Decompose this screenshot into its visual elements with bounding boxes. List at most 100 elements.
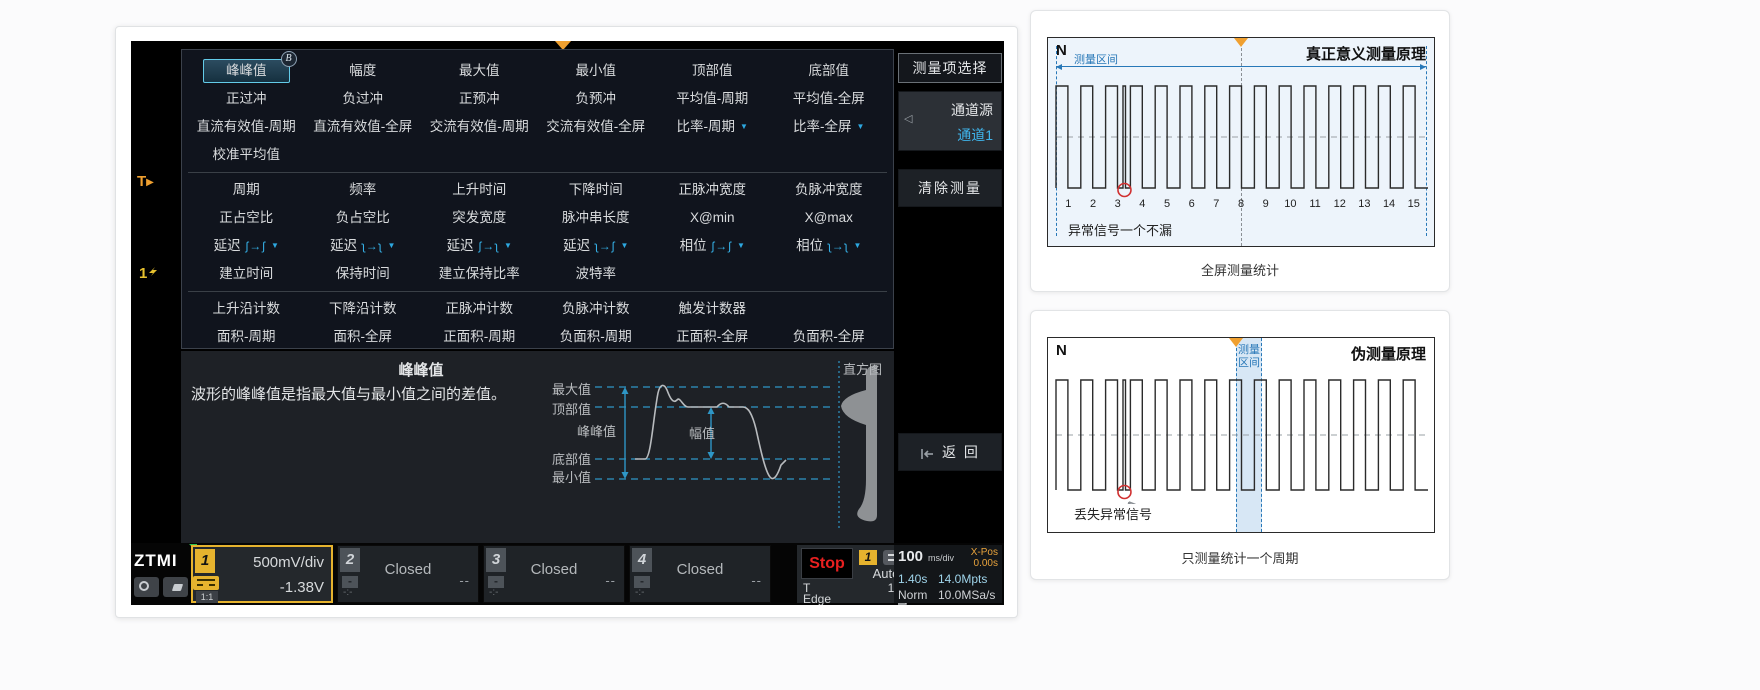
- menu-item[interactable]: X@min: [683, 206, 741, 230]
- menu-item[interactable]: 平均值-周期: [669, 87, 755, 111]
- menu-item-label: 脉冲串长度: [562, 210, 630, 225]
- menu-item[interactable]: 波特率: [569, 262, 624, 286]
- menu-item[interactable]: 触发计数器: [672, 297, 754, 321]
- menu-item[interactable]: 面积-周期: [210, 325, 283, 349]
- dropdown-arrow-icon: ▼: [271, 241, 279, 250]
- card2-range-label: 测量 区间: [1236, 344, 1262, 370]
- trigger-marker-card2: [1229, 338, 1243, 347]
- menu-item-label: 正过冲: [226, 91, 267, 106]
- card1-title: 真正意义测量原理: [1306, 43, 1426, 64]
- menu-item[interactable]: 延迟ʅ→ʃ▼: [556, 234, 635, 258]
- menu-item[interactable]: 相位ʅ→ʅ▼: [789, 234, 868, 258]
- menu-item[interactable]: 顶部值: [685, 59, 740, 83]
- channel1-level-marker[interactable]: 1: [139, 265, 159, 282]
- dropdown-arrow-icon: ▼: [857, 122, 865, 131]
- menu-item[interactable]: 平均值-全屏: [786, 87, 872, 111]
- timebase-block[interactable]: 100 ms/div X-Pos 0.00s 1.40s 14.0Mpts No…: [894, 545, 1002, 603]
- menu-item[interactable]: 突发宽度: [445, 206, 513, 230]
- menu-row: 峰峰值B 幅度 最大值 最小值 顶部值 底部值: [188, 57, 887, 85]
- menu-item[interactable]: 负面积-全屏: [786, 325, 872, 349]
- menu-item[interactable]: 校准平均值: [206, 143, 288, 167]
- menu-item[interactable]: 下降时间: [562, 178, 630, 202]
- menu-item[interactable]: 上升时间: [445, 178, 513, 202]
- menu-item[interactable]: 正面积-周期: [436, 325, 522, 349]
- xpos-value: 0.00s: [974, 558, 998, 569]
- card2-title: 伪测量原理: [1351, 343, 1426, 364]
- trigger-level-marker[interactable]: T▶: [137, 173, 154, 190]
- diagram-box-1: N 真正意义测量原理 测量区间 123456789101112131415 异常…: [1047, 37, 1435, 247]
- menu-item[interactable]: 直流有效值-全屏: [306, 115, 419, 139]
- detail-title: 峰峰值: [291, 359, 551, 380]
- menu-item[interactable]: 最大值: [452, 59, 507, 83]
- menu-item[interactable]: 正脉冲计数: [439, 297, 521, 321]
- menu-item[interactable]: 负过冲: [336, 87, 391, 111]
- menu-item[interactable]: 正预冲: [452, 87, 507, 111]
- menu-item[interactable]: 延迟ʃ→ʃ▼: [207, 234, 286, 258]
- channel2-box[interactable]: 2 Closed - -:- --: [337, 545, 479, 603]
- menu-item[interactable]: 负脉冲宽度: [788, 178, 870, 202]
- menu-item[interactable]: 周期: [226, 178, 267, 202]
- menu-item[interactable]: 比率-周期▼: [670, 115, 755, 139]
- menu-item[interactable]: 最小值: [569, 59, 624, 83]
- menu-item-label: 校准平均值: [213, 147, 281, 162]
- period-number: 7: [1204, 198, 1229, 210]
- menu-item-label: 延迟: [330, 238, 357, 253]
- run-state: Stop: [801, 548, 853, 579]
- menu-item[interactable]: 负预冲: [569, 87, 624, 111]
- menu-item[interactable]: 交流有效值-周期: [423, 115, 536, 139]
- menu-item[interactable]: 正过冲: [219, 87, 274, 111]
- channel3-offset: --: [605, 573, 616, 588]
- menu-item[interactable]: 脉冲串长度: [555, 206, 637, 230]
- menu-section: 周期 频率 上升时间 下降时间 正脉冲宽度 负脉冲宽度正占空比 负占空比 突发宽度 脉冲串长度 X…: [188, 172, 887, 288]
- menu-item[interactable]: 正脉冲宽度: [672, 178, 754, 202]
- menu-item[interactable]: 上升沿计数: [206, 297, 288, 321]
- menu-item-label: 上升时间: [452, 182, 506, 197]
- clear-measure-button[interactable]: 清除测量: [898, 169, 1002, 207]
- menu-item-label: 比率-全屏: [793, 119, 852, 134]
- channel1-box[interactable]: 1 500mV/div 1:1 -1.38V: [191, 545, 333, 603]
- menu-item[interactable]: 底部值: [802, 59, 857, 83]
- channel3-box[interactable]: 3 Closed - -:- --: [483, 545, 625, 603]
- channel4-state: Closed: [630, 561, 770, 578]
- menu-item[interactable]: 交流有效值-全屏: [539, 115, 652, 139]
- channel1-badge: 1: [195, 549, 215, 573]
- channel-source-button[interactable]: ◁ 通道源 通道1: [898, 91, 1002, 151]
- menu-row: 周期 频率 上升时间 下降时间 正脉冲宽度 负脉冲宽度: [188, 176, 887, 204]
- menu-item-label: 波特率: [576, 266, 617, 281]
- square-wave-2: [1054, 372, 1430, 504]
- menu-item-label: X@max: [805, 210, 853, 225]
- touch-lock-icon[interactable]: [134, 577, 159, 597]
- menu-item[interactable]: 建立时间: [212, 262, 280, 286]
- menu-item[interactable]: X@max: [798, 206, 860, 230]
- menu-item[interactable]: 正面积-全屏: [669, 325, 755, 349]
- anomaly-circle: [1118, 184, 1131, 197]
- period-number: 14: [1377, 198, 1402, 210]
- menu-item[interactable]: 直流有效值-周期: [190, 115, 303, 139]
- trigger-source-badge: 1: [859, 550, 877, 565]
- menu-section: 上升沿计数 下降沿计数 正脉冲计数 负脉冲计数 触发计数器面积-周期 面积-全屏 正面积-周…: [188, 291, 887, 351]
- menu-item-label: 保持时间: [336, 266, 390, 281]
- menu-item-label: 交流有效值-全屏: [546, 119, 645, 134]
- menu-item[interactable]: 保持时间: [329, 262, 397, 286]
- menu-item[interactable]: 正占空比: [212, 206, 280, 230]
- menu-item[interactable]: 相位ʃ→ʃ▼: [673, 234, 752, 258]
- menu-item[interactable]: 建立保持比率: [432, 262, 527, 286]
- menu-item[interactable]: 负占空比: [329, 206, 397, 230]
- menu-item[interactable]: 幅度: [342, 59, 383, 83]
- back-button[interactable]: 返 回: [898, 433, 1002, 471]
- menu-item[interactable]: 负面积-周期: [553, 325, 639, 349]
- menu-item[interactable]: 比率-全屏 ▼: [786, 115, 871, 139]
- menu-item[interactable]: 频率: [342, 178, 383, 202]
- menu-item[interactable]: 延迟ʅ→ʅ▼: [323, 234, 402, 258]
- trigger-marker-card1: [1234, 38, 1248, 47]
- menu-item[interactable]: 延迟ʃ→ʅ▼: [440, 234, 519, 258]
- menu-item[interactable]: 负脉冲计数: [555, 297, 637, 321]
- menu-item[interactable]: 面积-全屏: [327, 325, 400, 349]
- menu-item[interactable]: 下降沿计数: [322, 297, 404, 321]
- gesture-icon[interactable]: [163, 577, 188, 597]
- channel4-box[interactable]: 4 Closed - -:- --: [629, 545, 771, 603]
- trigger-type: Edge: [803, 592, 831, 605]
- channel1-offset: -1.38V: [280, 579, 324, 596]
- menu-item-label: 相位: [680, 238, 707, 253]
- menu-item[interactable]: 峰峰值B: [203, 59, 290, 83]
